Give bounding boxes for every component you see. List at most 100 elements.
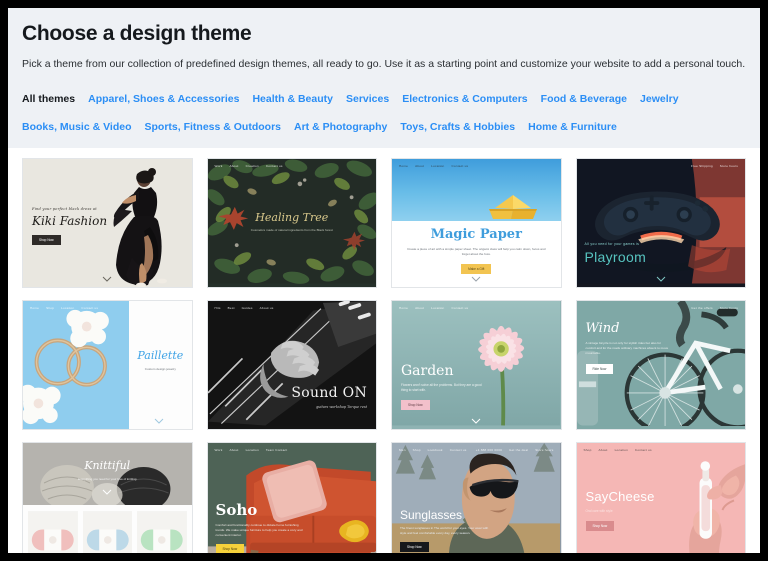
- theme-card-saycheese[interactable]: Shop About Location Contact us SayCheese…: [575, 442, 746, 553]
- nav-item[interactable]: Shop: [413, 448, 421, 452]
- nav-item[interactable]: Home: [30, 306, 39, 310]
- nav-item[interactable]: Get the offers: [691, 306, 713, 310]
- nav-item[interactable]: Store hours: [720, 306, 738, 310]
- nav-item[interactable]: Store hours: [720, 164, 738, 168]
- paillette-site-nav[interactable]: Home Shop Location Contact us: [30, 306, 98, 310]
- magic-paper-cta-button[interactable]: Make a Gift: [461, 264, 492, 275]
- theme-card-sunglasses[interactable]: Men Shop Lookbook Contact us +1 888 000 …: [391, 442, 562, 553]
- theme-card-kiki-fashion[interactable]: Find your perfect black dress at Kiki Fa…: [22, 158, 193, 289]
- kiki-shop-now-button[interactable]: Shop Now: [32, 235, 61, 246]
- magic-paper-subtitle: Create a piece of art with a simple pape…: [407, 247, 546, 257]
- healing-tree-site-nav[interactable]: Work About Creation Contact us: [215, 164, 283, 168]
- list-item[interactable]: [82, 511, 132, 553]
- theme-card-paillette[interactable]: Home Shop Location Contact us Paillette …: [22, 300, 193, 431]
- nav-item[interactable]: Contact us: [450, 448, 467, 452]
- category-link-electronics-computers[interactable]: Electronics & Computers: [402, 90, 527, 108]
- theme-card-garden[interactable]: Home About Location Contact us Garden Fl…: [391, 300, 562, 431]
- nav-item[interactable]: Location: [431, 164, 444, 168]
- theme-card-wind[interactable]: Get the offers Store hours Wind A vintag…: [575, 300, 746, 431]
- soho-text-block: Soho Comfort and functionality continue …: [215, 501, 308, 553]
- theme-grid: Find your perfect black dress at Kiki Fa…: [8, 148, 760, 553]
- nav-item[interactable]: Hits: [215, 306, 221, 310]
- nav-item[interactable]: Location: [61, 306, 74, 310]
- theme-card-soho[interactable]: Work About Location Team Contact Soho Co…: [206, 442, 377, 553]
- nav-item[interactable]: About: [415, 306, 424, 310]
- nav-item[interactable]: About: [229, 448, 238, 452]
- nav-item[interactable]: Guides: [242, 306, 253, 310]
- phone-number[interactable]: +1 888 000 0000: [476, 448, 502, 452]
- category-link-health-beauty[interactable]: Health & Beauty: [252, 90, 333, 108]
- nav-item[interactable]: Contact us: [451, 164, 468, 168]
- soho-subtitle: Comfort and functionality continue to di…: [215, 522, 303, 537]
- nav-item[interactable]: Store hours: [535, 448, 553, 452]
- nav-item[interactable]: Shop: [46, 306, 54, 310]
- saycheese-site-nav[interactable]: Shop About Location Contact us: [584, 448, 652, 452]
- soho-site-nav[interactable]: Work About Location Team Contact: [215, 448, 288, 452]
- chevron-down-icon: [102, 489, 112, 496]
- sunglasses-shop-now-button[interactable]: Shop Now: [400, 542, 429, 553]
- garden-subtitle: Flowers won't solve all the problems. Bu…: [401, 383, 482, 393]
- nav-item[interactable]: About us: [260, 306, 274, 310]
- sound-on-title: Sound ON: [291, 385, 367, 402]
- nav-item[interactable]: Creation: [246, 164, 259, 168]
- nav-item[interactable]: Contact us: [81, 306, 98, 310]
- list-item[interactable]: [137, 511, 187, 553]
- category-link-art-photography[interactable]: Art & Photography: [294, 118, 387, 136]
- nav-item[interactable]: Get the deal: [509, 448, 528, 452]
- nav-item[interactable]: Team Contact: [266, 448, 288, 452]
- category-link-all-themes[interactable]: All themes: [22, 90, 75, 108]
- playroom-site-nav[interactable]: Free Shipping Store hours: [691, 164, 738, 168]
- nav-item[interactable]: Location: [431, 306, 444, 310]
- nav-item[interactable]: Free Shipping: [691, 164, 713, 168]
- playroom-eyebrow: All you need for your games is: [584, 242, 640, 247]
- saycheese-subtitle: Oral care with style: [585, 509, 613, 514]
- knittiful-product-list: [28, 511, 187, 553]
- nav-item[interactable]: Work: [215, 164, 223, 168]
- soho-shop-now-button[interactable]: Shop Now: [215, 544, 245, 553]
- chevron-down-icon: [471, 418, 481, 425]
- saycheese-shop-now-button[interactable]: Shop Now: [585, 521, 615, 532]
- nav-item[interactable]: Work: [215, 448, 223, 452]
- nav-item[interactable]: Men: [399, 448, 406, 452]
- nav-item[interactable]: Home: [399, 306, 408, 310]
- nav-item[interactable]: Home: [399, 164, 408, 168]
- theme-card-knittiful[interactable]: Knittiful Everything you need for your l…: [22, 442, 193, 553]
- nav-item[interactable]: Lookbook: [428, 448, 443, 452]
- category-link-jewelry[interactable]: Jewelry: [640, 90, 679, 108]
- category-link-apparel-shoes-accessories[interactable]: Apparel, Shoes & Accessories: [88, 90, 239, 108]
- wind-site-nav[interactable]: Get the offers Store hours: [691, 306, 738, 310]
- theme-card-sound-on[interactable]: Hits Best Guides About us Sound ON guita…: [206, 300, 377, 431]
- yarn-balls-image: [23, 443, 192, 506]
- sunglasses-site-nav[interactable]: Men Shop Lookbook Contact us: [399, 448, 466, 452]
- nav-item[interactable]: About: [415, 164, 424, 168]
- nav-item[interactable]: Location: [246, 448, 259, 452]
- category-link-services[interactable]: Services: [346, 90, 389, 108]
- theme-card-magic-paper[interactable]: Home About Location Contact us Magic Pap…: [391, 158, 562, 289]
- wind-ride-now-button[interactable]: Ride Now: [585, 364, 614, 375]
- theme-card-healing-tree[interactable]: Work About Creation Contact us Healing T…: [206, 158, 377, 289]
- category-link-sports-fitness-outdoors[interactable]: Sports, Fitness & Outdoors: [145, 118, 282, 136]
- sunglasses-utility-nav[interactable]: +1 888 000 0000 Get the deal Store hours: [476, 448, 554, 452]
- nav-item[interactable]: Location: [615, 448, 628, 452]
- nav-item[interactable]: Contact us: [266, 164, 283, 168]
- paillette-title: Paillette: [137, 349, 184, 363]
- nav-item[interactable]: About: [229, 164, 238, 168]
- category-link-books-music-video[interactable]: Books, Music & Video: [22, 118, 132, 136]
- garden-shop-now-button[interactable]: Shop Now: [401, 400, 430, 411]
- nav-item[interactable]: Shop: [584, 448, 592, 452]
- garden-site-nav[interactable]: Home About Location Contact us: [399, 306, 468, 310]
- theme-card-playroom[interactable]: Free Shipping Store hours All you need f…: [575, 158, 746, 289]
- nav-item[interactable]: Best: [228, 306, 235, 310]
- category-link-toys-crafts-hobbies[interactable]: Toys, Crafts & Hobbies: [400, 118, 515, 136]
- sound-on-site-nav[interactable]: Hits Best Guides About us: [215, 306, 274, 310]
- nav-item[interactable]: About: [599, 448, 608, 452]
- category-link-home-furniture[interactable]: Home & Furniture: [528, 118, 617, 136]
- page-title: Choose a design theme: [22, 22, 252, 45]
- list-item[interactable]: [28, 511, 78, 553]
- nav-item[interactable]: Contact us: [451, 306, 468, 310]
- nav-item[interactable]: Contact us: [635, 448, 652, 452]
- healing-tree-subtitle: Cosmetics made of natural ingredients fr…: [250, 228, 333, 233]
- magic-paper-site-nav[interactable]: Home About Location Contact us: [399, 164, 468, 168]
- playroom-title: Playroom: [584, 249, 647, 266]
- category-link-food-beverage[interactable]: Food & Beverage: [541, 90, 627, 108]
